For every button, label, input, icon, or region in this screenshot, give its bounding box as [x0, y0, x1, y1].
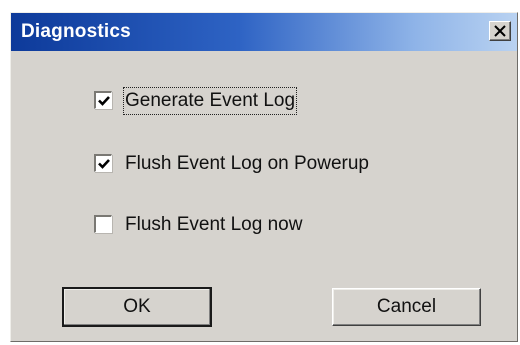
checkmark-icon [98, 159, 110, 169]
flush-on-powerup-option[interactable]: Flush Event Log on Powerup [94, 152, 424, 176]
ok-button[interactable]: OK [62, 287, 212, 327]
title-bar[interactable]: Diagnostics [11, 13, 517, 51]
checkmark-icon [98, 96, 110, 106]
flush-on-powerup-checkbox[interactable] [94, 154, 112, 172]
flush-now-label: Flush Event Log now [125, 214, 303, 235]
flush-now-option[interactable]: Flush Event Log now [94, 213, 354, 237]
generate-event-log-option[interactable]: Generate Event Log [94, 87, 334, 115]
close-icon [494, 25, 506, 37]
generate-event-log-label: Generate Event Log [122, 87, 298, 115]
flush-now-checkbox[interactable] [94, 215, 112, 233]
flush-on-powerup-label: Flush Event Log on Powerup [125, 153, 369, 174]
cancel-button[interactable]: Cancel [332, 288, 481, 326]
close-button[interactable] [489, 21, 511, 41]
dialog-title: Diagnostics [21, 21, 131, 42]
generate-event-log-checkbox[interactable] [94, 91, 112, 109]
diagnostics-dialog: Diagnostics Generate Event Log Flush Eve… [10, 12, 518, 342]
